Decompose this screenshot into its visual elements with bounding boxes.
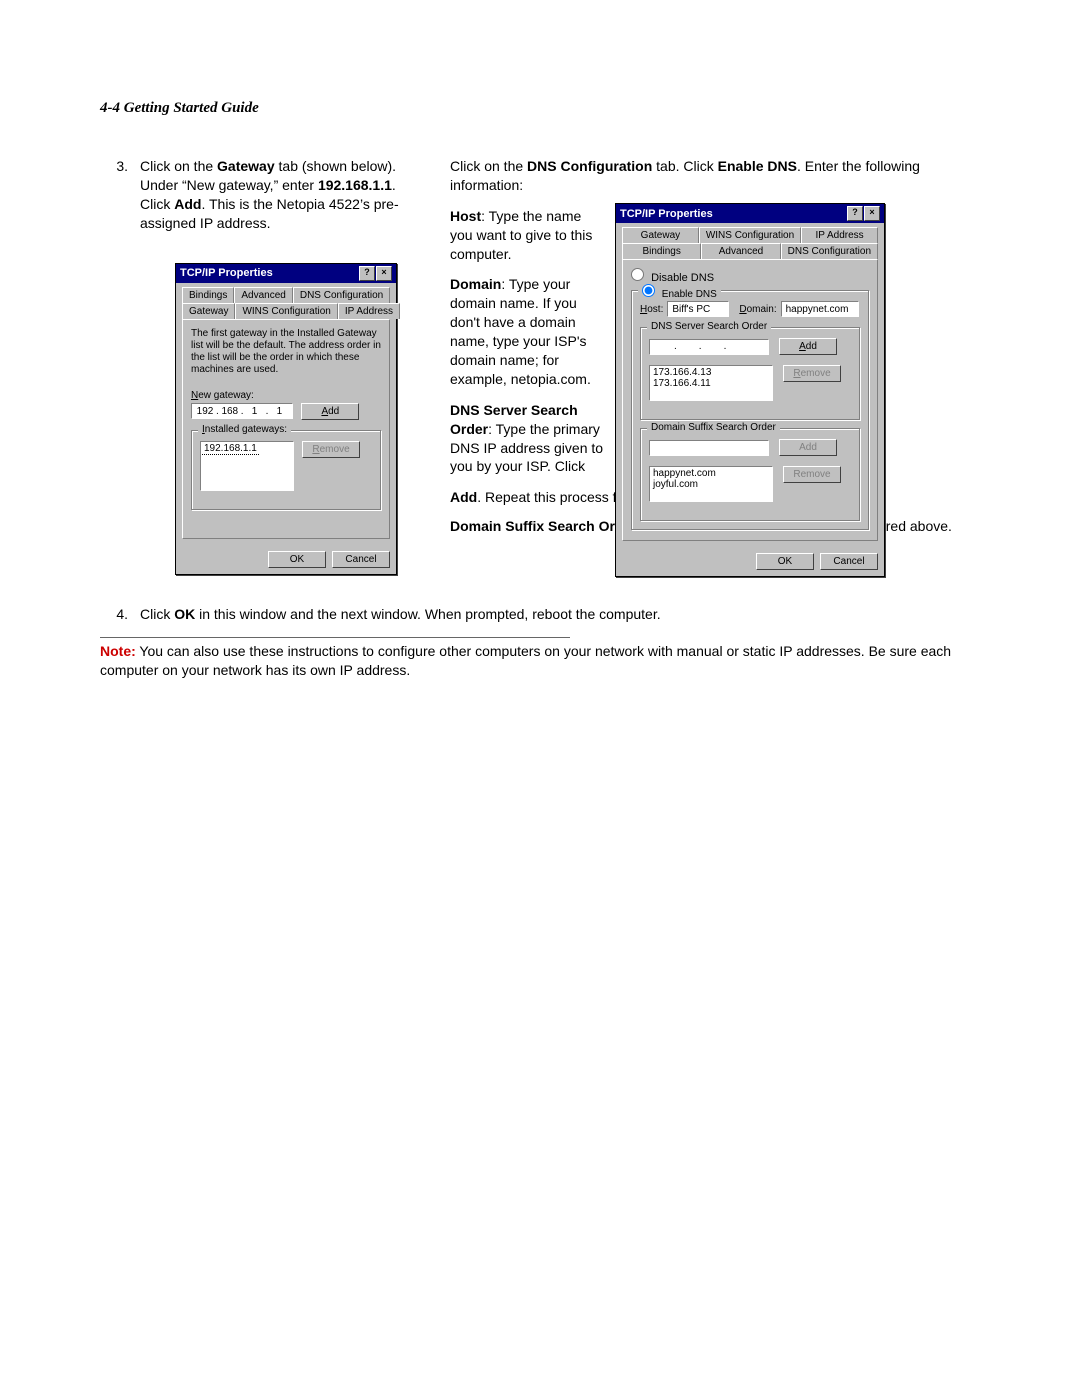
dialog-titlebar: TCP/IP Properties ? × <box>176 264 396 283</box>
help-icon[interactable]: ? <box>847 206 863 221</box>
tab-dns-config[interactable]: DNS Configuration <box>293 287 390 303</box>
disable-dns-radio[interactable]: Disable DNS <box>631 272 714 284</box>
ok-button[interactable]: OK <box>268 551 326 568</box>
dns-list[interactable]: 173.166.4.13 173.166.4.11 <box>649 365 773 401</box>
suffix-order-label: Domain Suffix Search Order <box>647 422 780 433</box>
new-gateway-input[interactable]: 192. 168. 1. 1 <box>191 403 293 419</box>
add-button[interactable]: Add <box>301 403 359 420</box>
close-icon[interactable]: × <box>376 266 392 281</box>
tab-gateway[interactable]: Gateway <box>182 303 235 319</box>
suffix-add-button[interactable]: Add <box>779 439 837 456</box>
ok-button[interactable]: OK <box>756 553 814 570</box>
dns-remove-button[interactable]: Remove <box>783 365 841 382</box>
dns-ip-input[interactable]: ... <box>649 339 769 355</box>
tab-bindings[interactable]: Bindings <box>182 287 234 303</box>
host-input[interactable] <box>667 301 729 317</box>
dialog-titlebar: TCP/IP Properties ? × <box>616 204 884 223</box>
installed-gateways-label: Installed gateways: <box>198 424 291 435</box>
enable-dns-radio[interactable]: Enable DNS <box>638 284 721 300</box>
step-4-number: 4. <box>100 605 140 624</box>
list-item[interactable]: happynet.com <box>651 468 771 479</box>
dialog-title: TCP/IP Properties <box>620 208 713 220</box>
tcpip-gateway-dialog: TCP/IP Properties ? × Bindings Advanced … <box>175 263 397 575</box>
tab-wins[interactable]: WINS Configuration <box>699 227 801 243</box>
domain-label: Domain: <box>739 304 776 315</box>
dns-add-button[interactable]: Add <box>779 338 837 355</box>
list-item[interactable]: joyful.com <box>651 479 771 490</box>
gateway-help-text: The first gateway in the Installed Gatew… <box>191 328 381 376</box>
note-text: You can also use these instructions to c… <box>100 643 951 678</box>
tab-ip-address[interactable]: IP Address <box>801 227 878 243</box>
step-4-text: Click OK in this window and the next win… <box>140 605 661 624</box>
tab-dns-config[interactable]: DNS Configuration <box>781 243 878 259</box>
tab-advanced[interactable]: Advanced <box>701 243 780 259</box>
divider <box>100 637 570 638</box>
host-label: Host: <box>640 304 663 315</box>
domain-input[interactable] <box>781 301 859 317</box>
remove-button[interactable]: Remove <box>302 441 360 458</box>
close-icon[interactable]: × <box>864 206 880 221</box>
note: Note: You can also use these instruction… <box>100 642 990 680</box>
tab-ip-address[interactable]: IP Address <box>338 303 400 319</box>
tab-wins[interactable]: WINS Configuration <box>235 303 337 319</box>
step-3-number: 3. <box>100 157 140 233</box>
help-icon[interactable]: ? <box>359 266 375 281</box>
list-item[interactable]: 173.166.4.11 <box>651 378 771 389</box>
suffix-remove-button[interactable]: Remove <box>783 466 841 483</box>
step-3-text: Click on the Gateway tab (shown below). … <box>140 157 430 233</box>
dns-order-label: DNS Server Search Order <box>647 321 771 332</box>
note-label: Note: <box>100 643 136 659</box>
page-header: 4-4 Getting Started Guide <box>100 100 990 117</box>
tcpip-dns-dialog: TCP/IP Properties ? × Gateway WINS Confi… <box>615 203 885 577</box>
tab-gateway[interactable]: Gateway <box>622 227 699 243</box>
step-4: 4. Click OK in this window and the next … <box>100 605 990 624</box>
new-gateway-label: New gateway: <box>191 390 381 401</box>
suffix-list[interactable]: happynet.com joyful.com <box>649 466 773 502</box>
installed-gateways-list[interactable]: 192.168.1.1 <box>200 441 294 491</box>
dialog-title: TCP/IP Properties <box>180 267 273 279</box>
tab-advanced[interactable]: Advanced <box>234 287 292 303</box>
list-item[interactable]: 192.168.1.1 <box>202 443 259 455</box>
cancel-button[interactable]: Cancel <box>820 553 878 570</box>
tab-bindings[interactable]: Bindings <box>622 243 701 259</box>
cancel-button[interactable]: Cancel <box>332 551 390 568</box>
list-item[interactable]: 173.166.4.13 <box>651 367 771 378</box>
suffix-input[interactable] <box>649 440 769 456</box>
